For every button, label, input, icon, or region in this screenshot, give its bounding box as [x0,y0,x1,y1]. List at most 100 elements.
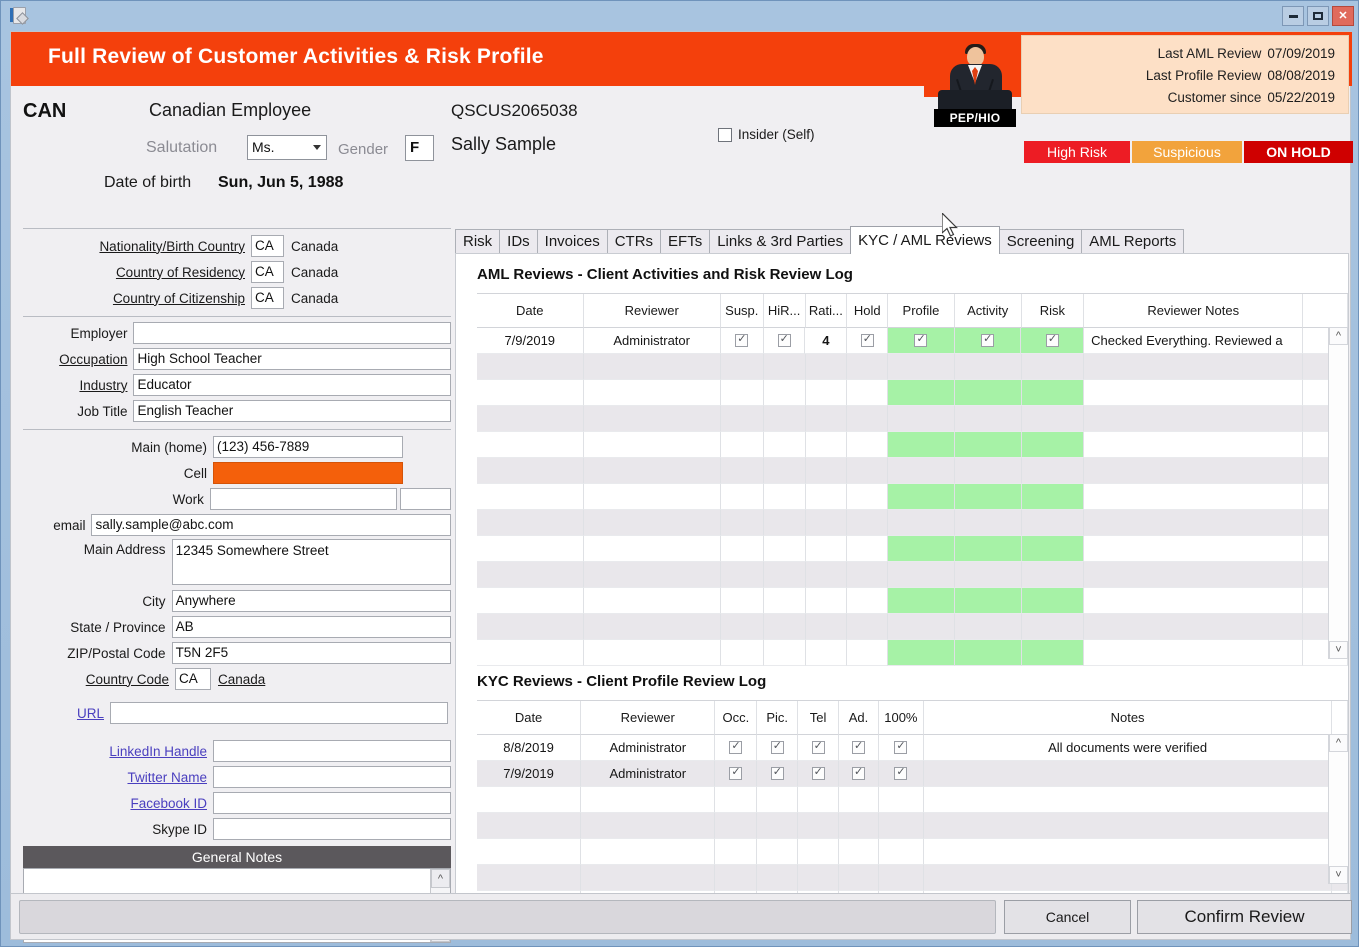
salutation-select[interactable]: Ms. [247,135,327,160]
nationality-code-field[interactable]: CA [251,235,284,257]
kyc-col-occ[interactable]: Occ. [715,701,757,735]
linkedin-field[interactable] [213,740,451,762]
table-row[interactable]: 7/9/2019 Administrator [477,761,1348,787]
table-row-empty[interactable] [477,787,1348,813]
zip-field[interactable]: T5N 2F5 [172,642,451,664]
kyc-col-notes[interactable]: Notes [924,701,1333,735]
aml-col-susp[interactable]: Susp. [721,294,764,328]
industry-label[interactable]: Industry [23,378,133,393]
table-row[interactable]: 8/8/2019 Administrator All documents wer… [477,735,1348,761]
kyc-cell-occ[interactable] [715,761,757,787]
kyc-col-reviewer[interactable]: Reviewer [581,701,715,735]
tab-aml-reports[interactable]: AML Reports [1081,229,1184,254]
maximize-icon[interactable] [1307,6,1329,26]
kyc-cell-ad[interactable] [839,761,879,787]
tab-kyc-aml-reviews[interactable]: KYC / AML Reviews [850,226,1000,254]
phone-cell-field[interactable] [213,462,403,484]
table-row-empty[interactable] [477,484,1348,510]
aml-cell-hold[interactable] [847,328,888,354]
status-badge-suspicious[interactable]: Suspicious [1132,141,1242,163]
table-row-empty[interactable] [477,813,1348,839]
facebook-label[interactable]: Facebook ID [23,796,213,811]
kyc-cell-pic[interactable] [757,761,798,787]
kyc-grid-scrollbar[interactable]: ^ ˅ [1328,734,1348,884]
city-field[interactable]: Anywhere [172,590,451,612]
scroll-down-icon[interactable]: ˅ [1329,866,1348,884]
country-code-field[interactable]: CA [175,668,211,690]
table-row-empty[interactable] [477,458,1348,484]
nationality-label[interactable]: Nationality/Birth Country [23,239,251,254]
industry-field[interactable]: Educator [133,374,451,396]
state-field[interactable]: AB [172,616,451,638]
table-row-empty[interactable] [477,380,1348,406]
tab-risk[interactable]: Risk [455,229,500,254]
table-row-empty[interactable] [477,588,1348,614]
table-row-empty[interactable] [477,510,1348,536]
kyc-cell-pct[interactable] [879,761,924,787]
confirm-review-button[interactable]: Confirm Review [1137,900,1352,934]
status-badge-on-hold[interactable]: ON HOLD [1244,141,1353,163]
scroll-down-icon[interactable]: ˅ [1329,641,1348,659]
skype-field[interactable] [213,818,451,840]
table-row-empty[interactable] [477,406,1348,432]
email-field[interactable]: sally.sample@abc.com [91,514,451,536]
scroll-up-icon[interactable]: ^ [1329,327,1348,345]
kyc-cell-tel[interactable] [798,735,839,761]
aml-cell-hir[interactable] [764,328,806,354]
url-field[interactable] [110,702,448,724]
residency-label[interactable]: Country of Residency [23,265,251,280]
tab-invoices[interactable]: Invoices [537,229,608,254]
table-row-empty[interactable] [477,536,1348,562]
kyc-cell-tel[interactable] [798,761,839,787]
kyc-cell-occ[interactable] [715,735,757,761]
aml-cell-susp[interactable] [721,328,764,354]
tab-efts[interactable]: EFTs [660,229,710,254]
aml-col-reviewer[interactable]: Reviewer [584,294,721,328]
table-row-empty[interactable] [477,640,1348,666]
twitter-field[interactable] [213,766,451,788]
aml-col-hold[interactable]: Hold [847,294,888,328]
close-icon[interactable]: ✕ [1332,6,1354,26]
residency-code-field[interactable]: CA [251,261,284,283]
table-row-empty[interactable] [477,354,1348,380]
aml-col-date[interactable]: Date [477,294,584,328]
job-title-field[interactable]: English Teacher [133,400,451,422]
table-row[interactable]: 7/9/2019 Administrator 4 Checked Everyth… [477,328,1348,354]
kyc-col-pct[interactable]: 100% [879,701,924,735]
aml-col-notes[interactable]: Reviewer Notes [1084,294,1303,328]
table-row-empty[interactable] [477,839,1348,865]
main-address-field[interactable]: 12345 Somewhere Street [172,539,451,585]
table-row-empty[interactable] [477,562,1348,588]
scroll-up-icon[interactable]: ^ [1329,734,1348,752]
kyc-cell-pic[interactable] [757,735,798,761]
table-row-empty[interactable] [477,432,1348,458]
kyc-cell-pct[interactable] [879,735,924,761]
gender-field[interactable]: F [405,135,434,161]
kyc-col-ad[interactable]: Ad. [839,701,879,735]
citizenship-code-field[interactable]: CA [251,287,284,309]
url-label[interactable]: URL [23,706,110,721]
minimize-icon[interactable] [1282,6,1304,26]
phone-home-field[interactable]: (123) 456-7889 [213,436,403,458]
aml-grid-scrollbar[interactable]: ^ ˅ [1328,327,1348,659]
kyc-cell-ad[interactable] [839,735,879,761]
linkedin-label[interactable]: LinkedIn Handle [23,744,213,759]
kyc-col-tel[interactable]: Tel [798,701,839,735]
scroll-up-icon[interactable]: ^ [431,869,450,888]
status-badge-high-risk[interactable]: High Risk [1024,141,1130,163]
occupation-field[interactable]: High School Teacher [133,348,451,370]
aml-cell-activity[interactable] [955,328,1022,354]
aml-col-activity[interactable]: Activity [955,294,1022,328]
aml-cell-risk[interactable] [1021,328,1084,354]
aml-col-hir[interactable]: HiR... [764,294,806,328]
twitter-label[interactable]: Twitter Name [23,770,213,785]
kyc-col-pic[interactable]: Pic. [757,701,798,735]
aml-col-profile[interactable]: Profile [888,294,955,328]
tab-screening[interactable]: Screening [999,229,1083,254]
country-code-label[interactable]: Country Code [23,672,175,687]
phone-work-field[interactable] [210,488,397,510]
facebook-field[interactable] [213,792,451,814]
phone-work-ext-field[interactable] [400,488,451,510]
table-row-empty[interactable] [477,614,1348,640]
table-row-empty[interactable] [477,865,1348,891]
